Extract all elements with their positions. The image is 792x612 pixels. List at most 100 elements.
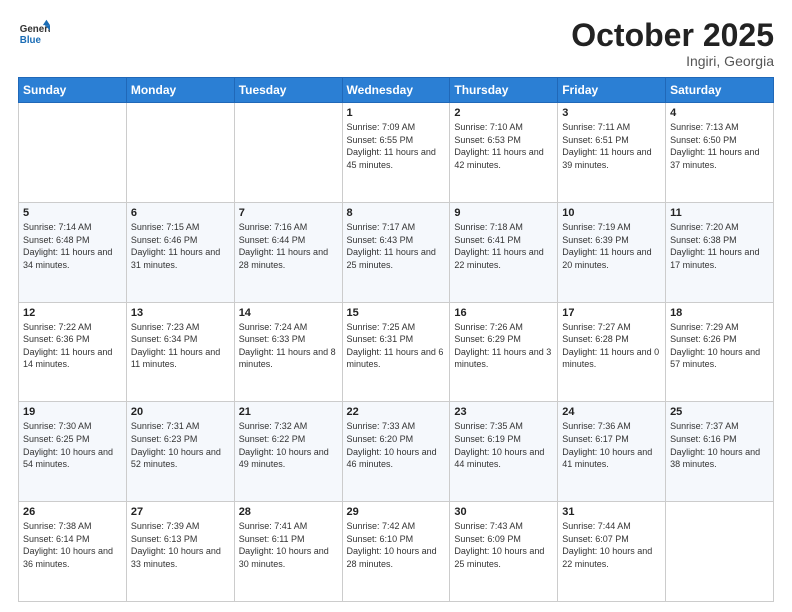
day-number: 10 [562, 207, 661, 219]
logo-icon: General Blue [18, 18, 50, 50]
col-monday: Monday [126, 78, 234, 103]
col-sunday: Sunday [19, 78, 127, 103]
day-info: Sunrise: 7:09 AMSunset: 6:55 PMDaylight:… [347, 121, 446, 171]
day-number: 29 [347, 506, 446, 518]
day-number: 24 [562, 406, 661, 418]
day-info: Sunrise: 7:17 AMSunset: 6:43 PMDaylight:… [347, 221, 446, 271]
day-info: Sunrise: 7:11 AMSunset: 6:51 PMDaylight:… [562, 121, 661, 171]
day-info: Sunrise: 7:39 AMSunset: 6:13 PMDaylight:… [131, 520, 230, 570]
day-number: 17 [562, 307, 661, 319]
day-number: 8 [347, 207, 446, 219]
day-info: Sunrise: 7:24 AMSunset: 6:33 PMDaylight:… [239, 321, 338, 371]
day-info: Sunrise: 7:25 AMSunset: 6:31 PMDaylight:… [347, 321, 446, 371]
table-row: 1 Sunrise: 7:09 AMSunset: 6:55 PMDayligh… [342, 103, 450, 203]
table-row [666, 502, 774, 602]
col-tuesday: Tuesday [234, 78, 342, 103]
table-row: 22 Sunrise: 7:33 AMSunset: 6:20 PMDaylig… [342, 402, 450, 502]
day-info: Sunrise: 7:16 AMSunset: 6:44 PMDaylight:… [239, 221, 338, 271]
day-info: Sunrise: 7:27 AMSunset: 6:28 PMDaylight:… [562, 321, 661, 371]
day-info: Sunrise: 7:33 AMSunset: 6:20 PMDaylight:… [347, 420, 446, 470]
table-row: 18 Sunrise: 7:29 AMSunset: 6:26 PMDaylig… [666, 302, 774, 402]
table-row: 20 Sunrise: 7:31 AMSunset: 6:23 PMDaylig… [126, 402, 234, 502]
table-row: 31 Sunrise: 7:44 AMSunset: 6:07 PMDaylig… [558, 502, 666, 602]
table-row: 11 Sunrise: 7:20 AMSunset: 6:38 PMDaylig… [666, 202, 774, 302]
day-number: 16 [454, 307, 553, 319]
day-info: Sunrise: 7:32 AMSunset: 6:22 PMDaylight:… [239, 420, 338, 470]
table-row: 14 Sunrise: 7:24 AMSunset: 6:33 PMDaylig… [234, 302, 342, 402]
table-row: 25 Sunrise: 7:37 AMSunset: 6:16 PMDaylig… [666, 402, 774, 502]
table-row: 16 Sunrise: 7:26 AMSunset: 6:29 PMDaylig… [450, 302, 558, 402]
day-number: 3 [562, 107, 661, 119]
table-row: 5 Sunrise: 7:14 AMSunset: 6:48 PMDayligh… [19, 202, 127, 302]
day-number: 22 [347, 406, 446, 418]
table-row: 29 Sunrise: 7:42 AMSunset: 6:10 PMDaylig… [342, 502, 450, 602]
location-subtitle: Ingiri, Georgia [571, 53, 774, 69]
table-row: 2 Sunrise: 7:10 AMSunset: 6:53 PMDayligh… [450, 103, 558, 203]
day-info: Sunrise: 7:30 AMSunset: 6:25 PMDaylight:… [23, 420, 122, 470]
day-info: Sunrise: 7:13 AMSunset: 6:50 PMDaylight:… [670, 121, 769, 171]
day-number: 18 [670, 307, 769, 319]
day-number: 5 [23, 207, 122, 219]
logo: General Blue [18, 18, 50, 50]
day-number: 7 [239, 207, 338, 219]
col-friday: Friday [558, 78, 666, 103]
table-row: 10 Sunrise: 7:19 AMSunset: 6:39 PMDaylig… [558, 202, 666, 302]
day-info: Sunrise: 7:29 AMSunset: 6:26 PMDaylight:… [670, 321, 769, 371]
table-row: 23 Sunrise: 7:35 AMSunset: 6:19 PMDaylig… [450, 402, 558, 502]
day-number: 28 [239, 506, 338, 518]
table-row: 19 Sunrise: 7:30 AMSunset: 6:25 PMDaylig… [19, 402, 127, 502]
day-number: 23 [454, 406, 553, 418]
day-info: Sunrise: 7:10 AMSunset: 6:53 PMDaylight:… [454, 121, 553, 171]
table-row [234, 103, 342, 203]
day-number: 13 [131, 307, 230, 319]
table-row [19, 103, 127, 203]
day-number: 30 [454, 506, 553, 518]
col-thursday: Thursday [450, 78, 558, 103]
table-row: 6 Sunrise: 7:15 AMSunset: 6:46 PMDayligh… [126, 202, 234, 302]
day-number: 27 [131, 506, 230, 518]
day-number: 9 [454, 207, 553, 219]
calendar-header-row: Sunday Monday Tuesday Wednesday Thursday… [19, 78, 774, 103]
day-number: 19 [23, 406, 122, 418]
svg-text:Blue: Blue [20, 35, 42, 46]
day-info: Sunrise: 7:15 AMSunset: 6:46 PMDaylight:… [131, 221, 230, 271]
day-info: Sunrise: 7:14 AMSunset: 6:48 PMDaylight:… [23, 221, 122, 271]
calendar-week-row: 19 Sunrise: 7:30 AMSunset: 6:25 PMDaylig… [19, 402, 774, 502]
day-number: 4 [670, 107, 769, 119]
day-info: Sunrise: 7:36 AMSunset: 6:17 PMDaylight:… [562, 420, 661, 470]
day-info: Sunrise: 7:20 AMSunset: 6:38 PMDaylight:… [670, 221, 769, 271]
day-info: Sunrise: 7:43 AMSunset: 6:09 PMDaylight:… [454, 520, 553, 570]
day-info: Sunrise: 7:38 AMSunset: 6:14 PMDaylight:… [23, 520, 122, 570]
month-title: October 2025 [571, 18, 774, 53]
header: General Blue October 2025 Ingiri, Georgi… [18, 18, 774, 69]
day-number: 21 [239, 406, 338, 418]
day-number: 1 [347, 107, 446, 119]
day-info: Sunrise: 7:37 AMSunset: 6:16 PMDaylight:… [670, 420, 769, 470]
col-saturday: Saturday [666, 78, 774, 103]
day-info: Sunrise: 7:19 AMSunset: 6:39 PMDaylight:… [562, 221, 661, 271]
calendar-week-row: 12 Sunrise: 7:22 AMSunset: 6:36 PMDaylig… [19, 302, 774, 402]
table-row: 27 Sunrise: 7:39 AMSunset: 6:13 PMDaylig… [126, 502, 234, 602]
day-info: Sunrise: 7:31 AMSunset: 6:23 PMDaylight:… [131, 420, 230, 470]
day-number: 11 [670, 207, 769, 219]
day-number: 25 [670, 406, 769, 418]
table-row: 7 Sunrise: 7:16 AMSunset: 6:44 PMDayligh… [234, 202, 342, 302]
day-info: Sunrise: 7:44 AMSunset: 6:07 PMDaylight:… [562, 520, 661, 570]
table-row: 24 Sunrise: 7:36 AMSunset: 6:17 PMDaylig… [558, 402, 666, 502]
title-block: October 2025 Ingiri, Georgia [571, 18, 774, 69]
day-number: 6 [131, 207, 230, 219]
table-row: 30 Sunrise: 7:43 AMSunset: 6:09 PMDaylig… [450, 502, 558, 602]
table-row: 26 Sunrise: 7:38 AMSunset: 6:14 PMDaylig… [19, 502, 127, 602]
table-row: 9 Sunrise: 7:18 AMSunset: 6:41 PMDayligh… [450, 202, 558, 302]
day-number: 14 [239, 307, 338, 319]
table-row: 4 Sunrise: 7:13 AMSunset: 6:50 PMDayligh… [666, 103, 774, 203]
calendar-week-row: 5 Sunrise: 7:14 AMSunset: 6:48 PMDayligh… [19, 202, 774, 302]
table-row: 12 Sunrise: 7:22 AMSunset: 6:36 PMDaylig… [19, 302, 127, 402]
day-info: Sunrise: 7:35 AMSunset: 6:19 PMDaylight:… [454, 420, 553, 470]
table-row: 8 Sunrise: 7:17 AMSunset: 6:43 PMDayligh… [342, 202, 450, 302]
day-info: Sunrise: 7:42 AMSunset: 6:10 PMDaylight:… [347, 520, 446, 570]
table-row: 17 Sunrise: 7:27 AMSunset: 6:28 PMDaylig… [558, 302, 666, 402]
page: General Blue October 2025 Ingiri, Georgi… [0, 0, 792, 612]
table-row: 13 Sunrise: 7:23 AMSunset: 6:34 PMDaylig… [126, 302, 234, 402]
day-info: Sunrise: 7:22 AMSunset: 6:36 PMDaylight:… [23, 321, 122, 371]
